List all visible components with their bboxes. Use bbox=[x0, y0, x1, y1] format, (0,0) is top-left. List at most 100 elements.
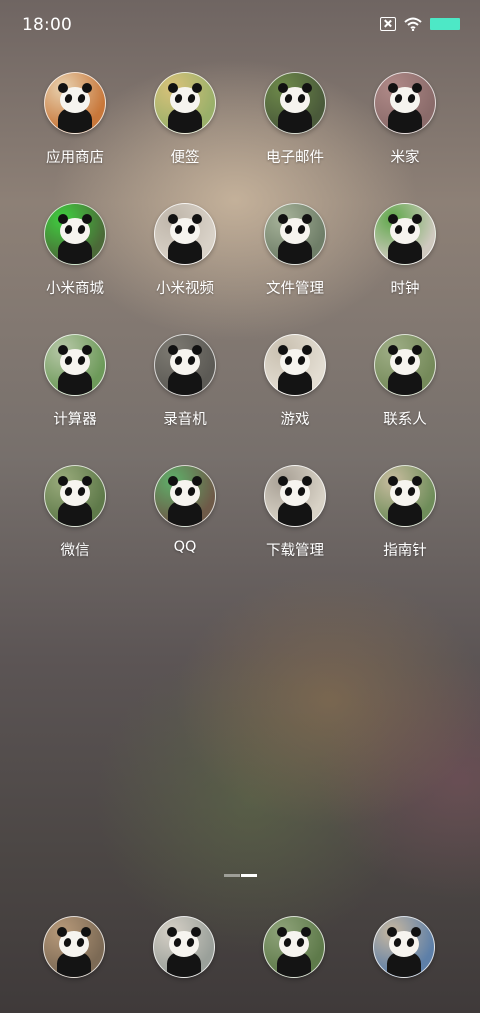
panda-ear-shape bbox=[302, 345, 312, 355]
panda-photo-icon[interactable] bbox=[153, 916, 215, 978]
panda-photo-icon[interactable] bbox=[263, 916, 325, 978]
panda-ear-shape bbox=[192, 345, 202, 355]
status-time: 18:00 bbox=[22, 15, 72, 35]
panda-ear-shape bbox=[412, 83, 422, 93]
panda-photo-icon[interactable] bbox=[264, 465, 326, 527]
panda-ear-shape bbox=[168, 345, 178, 355]
app-shortcut[interactable]: 时钟 bbox=[350, 203, 460, 298]
panda-ear-shape bbox=[192, 83, 202, 93]
app-label: 米家 bbox=[390, 150, 420, 166]
panda-ear-shape bbox=[302, 214, 312, 224]
panda-ear-shape bbox=[388, 83, 398, 93]
panda-photo-icon[interactable] bbox=[44, 72, 106, 134]
sim-x-icon bbox=[380, 17, 396, 31]
panda-ear-shape bbox=[302, 83, 312, 93]
panda-ear-shape bbox=[192, 476, 202, 486]
panda-ear-shape bbox=[82, 214, 92, 224]
panda-ear-shape bbox=[278, 83, 288, 93]
battery-icon bbox=[430, 18, 460, 30]
wifi-icon bbox=[404, 17, 422, 31]
panda-ear-shape bbox=[388, 345, 398, 355]
app-shortcut[interactable]: 微信 bbox=[20, 465, 130, 560]
app-label: 录音机 bbox=[163, 412, 207, 428]
panda-ear-shape bbox=[58, 214, 68, 224]
panda-ear-shape bbox=[412, 345, 422, 355]
panda-photo-icon[interactable] bbox=[154, 465, 216, 527]
app-shortcut[interactable]: 米家 bbox=[350, 72, 460, 167]
panda-ear-shape bbox=[82, 476, 92, 486]
page-indicator[interactable] bbox=[224, 874, 257, 877]
panda-ear-shape bbox=[278, 476, 288, 486]
app-shortcut[interactable]: 便签 bbox=[130, 72, 240, 167]
panda-ear-shape bbox=[192, 214, 202, 224]
app-label: 电子邮件 bbox=[266, 150, 324, 166]
panda-ear-shape bbox=[387, 927, 397, 937]
app-label: 指南针 bbox=[383, 543, 427, 559]
panda-ear-shape bbox=[58, 83, 68, 93]
app-shortcut[interactable]: QQ bbox=[130, 465, 240, 555]
app-label: 时钟 bbox=[390, 281, 420, 297]
app-label: QQ bbox=[173, 539, 197, 555]
app-label: 文件管理 bbox=[266, 281, 324, 297]
app-shortcut[interactable]: 计算器 bbox=[20, 334, 130, 429]
app-label: 便签 bbox=[170, 150, 200, 166]
panda-ear-shape bbox=[412, 476, 422, 486]
panda-photo-icon[interactable] bbox=[154, 72, 216, 134]
panda-ear-shape bbox=[191, 927, 201, 937]
panda-photo-icon[interactable] bbox=[43, 916, 105, 978]
panda-ear-shape bbox=[388, 476, 398, 486]
panda-ear-shape bbox=[57, 927, 67, 937]
panda-photo-icon[interactable] bbox=[264, 334, 326, 396]
panda-ear-shape bbox=[278, 345, 288, 355]
app-shortcut[interactable]: 小米视频 bbox=[130, 203, 240, 298]
app-label: 游戏 bbox=[280, 412, 310, 428]
panda-ear-shape bbox=[412, 214, 422, 224]
app-label: 应用商店 bbox=[46, 150, 104, 166]
page-dot-2[interactable] bbox=[241, 874, 257, 877]
panda-photo-icon[interactable] bbox=[154, 334, 216, 396]
status-bar: 18:00 bbox=[0, 0, 480, 52]
panda-ear-shape bbox=[168, 214, 178, 224]
app-label: 下载管理 bbox=[266, 543, 324, 559]
panda-photo-icon[interactable] bbox=[374, 72, 436, 134]
app-shortcut[interactable]: 小米商城 bbox=[20, 203, 130, 298]
panda-photo-icon[interactable] bbox=[264, 72, 326, 134]
panda-photo-icon[interactable] bbox=[154, 203, 216, 265]
app-shortcut[interactable]: 下载管理 bbox=[240, 465, 350, 560]
app-shortcut[interactable]: 电子邮件 bbox=[240, 72, 350, 167]
panda-ear-shape bbox=[82, 83, 92, 93]
dock bbox=[0, 916, 480, 980]
panda-ear-shape bbox=[168, 476, 178, 486]
panda-ear-shape bbox=[81, 927, 91, 937]
panda-photo-icon[interactable] bbox=[44, 465, 106, 527]
panda-ear-shape bbox=[82, 345, 92, 355]
app-shortcut[interactable]: 应用商店 bbox=[20, 72, 130, 167]
panda-photo-icon[interactable] bbox=[374, 203, 436, 265]
app-shortcut[interactable]: 联系人 bbox=[350, 334, 460, 429]
app-label: 微信 bbox=[60, 543, 90, 559]
app-shortcut[interactable]: 录音机 bbox=[130, 334, 240, 429]
status-icons bbox=[380, 17, 460, 31]
panda-ear-shape bbox=[301, 927, 311, 937]
panda-ear-shape bbox=[58, 345, 68, 355]
app-shortcut[interactable]: 指南针 bbox=[350, 465, 460, 560]
panda-photo-icon[interactable] bbox=[374, 465, 436, 527]
app-label: 联系人 bbox=[383, 412, 427, 428]
app-shortcut[interactable]: 文件管理 bbox=[240, 203, 350, 298]
app-shortcut[interactable]: 游戏 bbox=[240, 334, 350, 429]
panda-photo-icon[interactable] bbox=[44, 334, 106, 396]
app-label: 小米视频 bbox=[156, 281, 214, 297]
page-dot-1[interactable] bbox=[224, 874, 240, 877]
app-label: 计算器 bbox=[53, 412, 97, 428]
panda-photo-icon[interactable] bbox=[374, 334, 436, 396]
panda-ear-shape bbox=[388, 214, 398, 224]
app-label: 小米商城 bbox=[46, 281, 104, 297]
panda-photo-icon[interactable] bbox=[44, 203, 106, 265]
panda-ear-shape bbox=[168, 83, 178, 93]
panda-ear-shape bbox=[411, 927, 421, 937]
panda-photo-icon[interactable] bbox=[373, 916, 435, 978]
panda-ear-shape bbox=[167, 927, 177, 937]
panda-photo-icon[interactable] bbox=[264, 203, 326, 265]
panda-ear-shape bbox=[278, 214, 288, 224]
panda-ear-shape bbox=[302, 476, 312, 486]
